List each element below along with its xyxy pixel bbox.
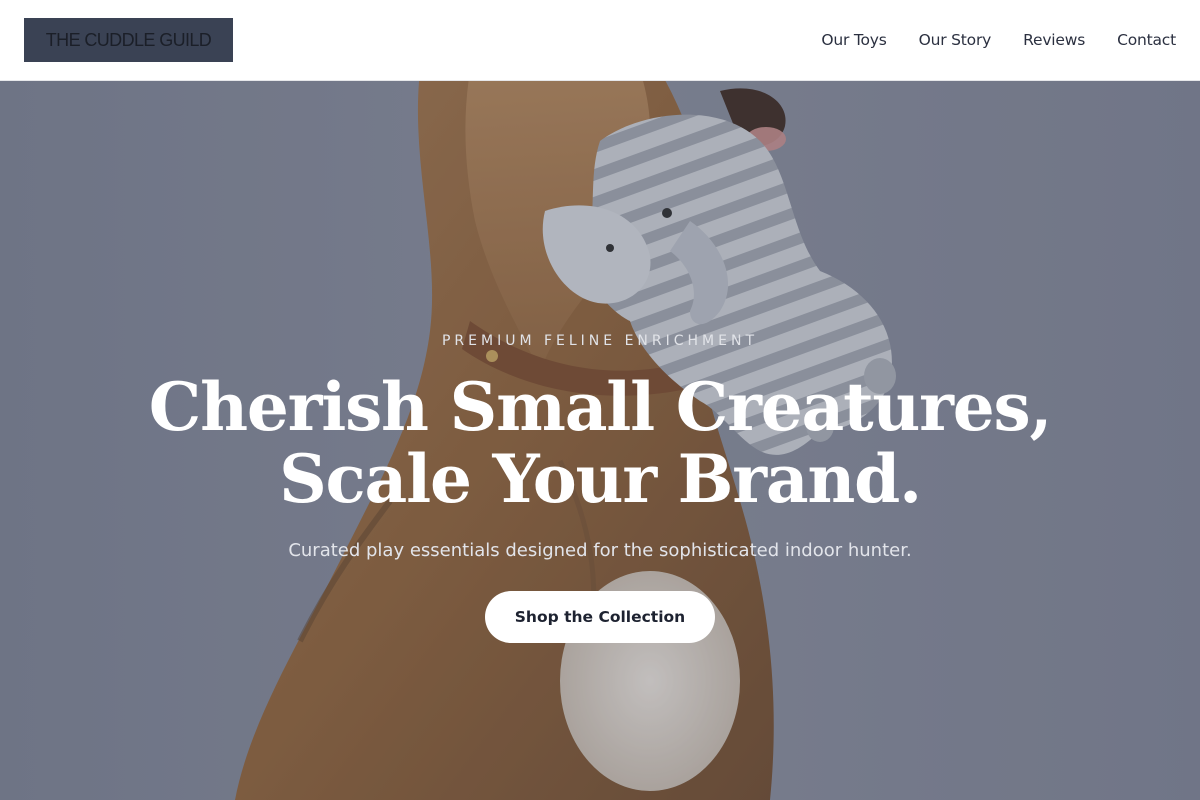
main-nav: Our Toys Our Story Reviews Contact bbox=[821, 0, 1176, 80]
hero-eyebrow: PREMIUM FELINE ENRICHMENT bbox=[441, 333, 759, 349]
shop-collection-button[interactable]: Shop the Collection bbox=[485, 591, 715, 643]
logo-text: THE CUDDLE GUILD bbox=[45, 29, 212, 50]
site-header: THE CUDDLE GUILD Our Toys Our Story Revi… bbox=[0, 0, 1200, 81]
nav-our-story[interactable]: Our Story bbox=[919, 31, 992, 49]
hero-headline: Cherish Small Creatures, Scale Your Bran… bbox=[100, 371, 1100, 515]
brand-logo[interactable]: THE CUDDLE GUILD bbox=[24, 18, 233, 62]
nav-reviews[interactable]: Reviews bbox=[1023, 31, 1085, 49]
nav-our-toys[interactable]: Our Toys bbox=[821, 31, 886, 49]
hero-section: PREMIUM FELINE ENRICHMENT Cherish Small … bbox=[0, 81, 1200, 800]
hero-headline-line-1: Cherish Small Creatures, bbox=[148, 368, 1053, 446]
hero-subheading: Curated play essentials designed for the… bbox=[288, 540, 912, 561]
nav-contact[interactable]: Contact bbox=[1117, 31, 1176, 49]
hero-content: PREMIUM FELINE ENRICHMENT Cherish Small … bbox=[0, 81, 1200, 800]
hero-headline-line-2: Scale Your Brand. bbox=[279, 440, 922, 518]
